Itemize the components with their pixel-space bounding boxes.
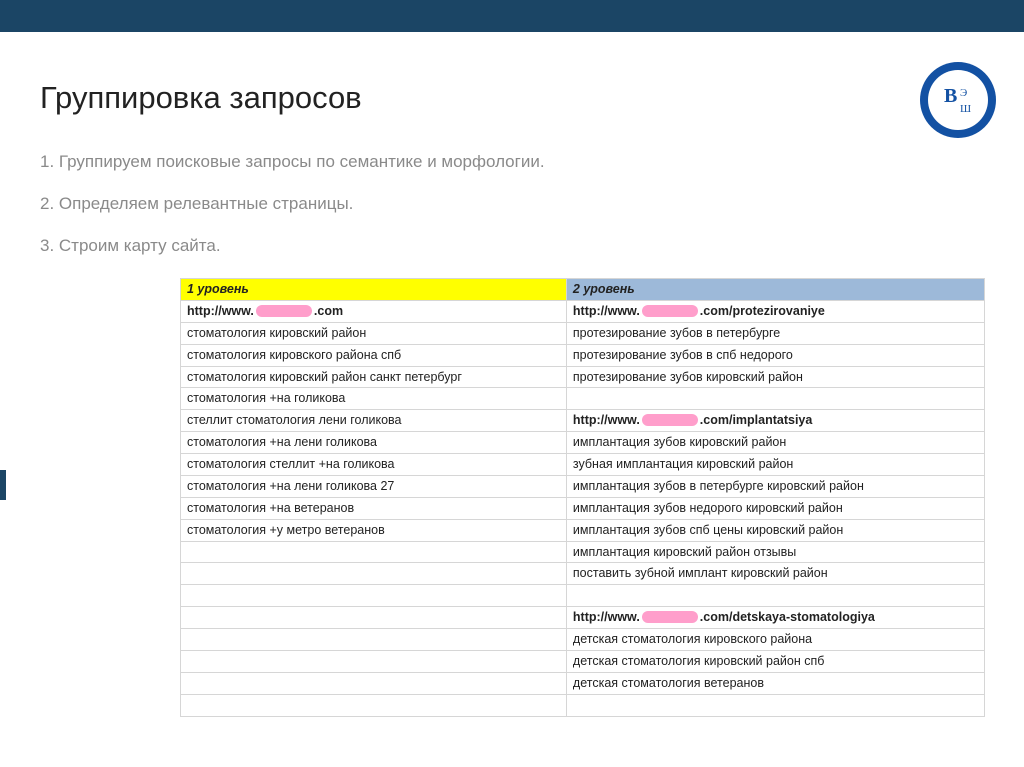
right-cell: зубная имплантация кировский район [566, 454, 984, 476]
left-cell: стоматология +на лени голикова 27 [181, 475, 567, 497]
table-row: имплантация кировский район отзывы [181, 541, 985, 563]
url-cell: http://www..com [181, 300, 567, 322]
step-3: 3. Строим карту сайта. [40, 236, 984, 256]
left-cell [181, 563, 567, 585]
table-row: стоматология +на голикова [181, 388, 985, 410]
header-right: 2 уровень [566, 279, 984, 301]
table-row: стоматология +на лени голикова 27имплант… [181, 475, 985, 497]
table-row: стоматология кировский районпротезирован… [181, 322, 985, 344]
table-row: поставить зубной имплант кировский район [181, 563, 985, 585]
table-row [181, 694, 985, 716]
right-cell: поставить зубной имплант кировский район [566, 563, 984, 585]
slide-content: Группировка запросов 1. Группируем поиск… [0, 32, 1024, 717]
left-cell: стоматология стеллит +на голикова [181, 454, 567, 476]
table-row: детская стоматология кировского района [181, 629, 985, 651]
left-cell [181, 607, 567, 629]
right-cell [566, 694, 984, 716]
table-row: http://www..comhttp://www..com/proteziro… [181, 300, 985, 322]
left-cell [181, 694, 567, 716]
table-row: стоматология кировского района спбпротез… [181, 344, 985, 366]
right-cell: протезирование зубов в петербурге [566, 322, 984, 344]
table-row: детская стоматология ветеранов [181, 672, 985, 694]
table-row: стоматология +у метро ветерановимплантац… [181, 519, 985, 541]
right-cell: имплантация кировский район отзывы [566, 541, 984, 563]
header-left: 1 уровень [181, 279, 567, 301]
keywords-table: 1 уровень2 уровеньhttp://www..comhttp://… [180, 278, 985, 717]
right-cell: имплантация зубов недорого кировский рай… [566, 497, 984, 519]
table-row: стоматология +на ветерановимплантация зу… [181, 497, 985, 519]
right-cell [566, 585, 984, 607]
right-cell: детская стоматология кировского района [566, 629, 984, 651]
table-row: http://www..com/detskaya-stomatologiya [181, 607, 985, 629]
table-row [181, 585, 985, 607]
left-cell: стоматология +на голикова [181, 388, 567, 410]
right-cell: детская стоматология кировский район спб [566, 650, 984, 672]
left-cell: стоматология кировский район [181, 322, 567, 344]
left-cell: стоматология +на ветеранов [181, 497, 567, 519]
table-row: стоматология кировский район санкт петер… [181, 366, 985, 388]
left-cell: стоматология кировского района спб [181, 344, 567, 366]
right-cell: имплантация зубов кировский район [566, 432, 984, 454]
step-1: 1. Группируем поисковые запросы по семан… [40, 152, 984, 172]
redaction-mark [642, 305, 698, 317]
header-bar [0, 0, 1024, 32]
right-cell: имплантация зубов в петербурге кировский… [566, 475, 984, 497]
page-title: Группировка запросов [40, 80, 984, 116]
left-cell [181, 650, 567, 672]
redaction-mark [642, 414, 698, 426]
redaction-mark [256, 305, 312, 317]
right-cell: детская стоматология ветеранов [566, 672, 984, 694]
url-cell: http://www..com/detskaya-stomatologiya [566, 607, 984, 629]
redaction-mark [642, 611, 698, 623]
left-cell [181, 629, 567, 651]
right-cell [566, 388, 984, 410]
left-cell: стеллит стоматология лени голикова [181, 410, 567, 432]
url-cell: http://www..com/implantatsiya [566, 410, 984, 432]
table-row: детская стоматология кировский район спб [181, 650, 985, 672]
table-row: стоматология стеллит +на голиковазубная … [181, 454, 985, 476]
left-cell [181, 585, 567, 607]
url-cell: http://www..com/protezirovaniye [566, 300, 984, 322]
left-cell: стоматология +у метро ветеранов [181, 519, 567, 541]
right-cell: протезирование зубов кировский район [566, 366, 984, 388]
keywords-table-wrap: 1 уровень2 уровеньhttp://www..comhttp://… [180, 278, 985, 717]
table-row: стоматология +на лени голиковаимплантаци… [181, 432, 985, 454]
left-cell [181, 672, 567, 694]
left-cell [181, 541, 567, 563]
right-cell: протезирование зубов в спб недорого [566, 344, 984, 366]
left-cell: стоматология +на лени голикова [181, 432, 567, 454]
steps-list: 1. Группируем поисковые запросы по семан… [40, 152, 984, 256]
step-2: 2. Определяем релевантные страницы. [40, 194, 984, 214]
table-row: стеллит стоматология лени голиковаhttp:/… [181, 410, 985, 432]
right-cell: имплантация зубов спб цены кировский рай… [566, 519, 984, 541]
left-cell: стоматология кировский район санкт петер… [181, 366, 567, 388]
